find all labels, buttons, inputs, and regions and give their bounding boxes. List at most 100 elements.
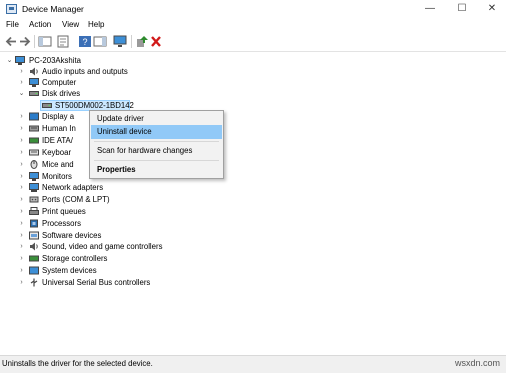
keyboard-icon bbox=[29, 149, 39, 156]
tree-node-audio[interactable]: › Audio inputs and outputs bbox=[0, 66, 300, 77]
computer-icon bbox=[29, 78, 39, 87]
expand-chevron-icon[interactable]: › bbox=[18, 123, 25, 134]
context-menu-uninstall-device[interactable]: Uninstall device bbox=[91, 125, 222, 139]
port-icon bbox=[29, 196, 39, 203]
monitor-icon bbox=[29, 172, 39, 181]
hid-icon bbox=[29, 125, 39, 132]
context-menu-separator bbox=[94, 160, 219, 161]
tree-node-label: Display a bbox=[42, 112, 75, 121]
back-arrow-icon[interactable] bbox=[4, 35, 18, 48]
menu-bar: File Action View Help bbox=[0, 18, 506, 32]
tree-node-usb[interactable]: › Universal Serial Bus controllers bbox=[0, 277, 300, 288]
toolbar-separator bbox=[34, 35, 35, 48]
monitor-icon[interactable] bbox=[113, 35, 127, 48]
tree-root[interactable]: ⌄ PC-203Akshita bbox=[0, 55, 300, 66]
expand-chevron-icon[interactable]: › bbox=[18, 241, 25, 252]
status-bar: Uninstalls the driver for the selected d… bbox=[0, 355, 506, 373]
tree-node-label: Network adapters bbox=[42, 183, 104, 192]
update-driver-icon[interactable] bbox=[135, 35, 149, 48]
collapse-chevron-icon[interactable]: ⌄ bbox=[6, 55, 13, 66]
tree-node-print-queues[interactable]: › Print queues bbox=[0, 206, 300, 217]
tree-node-storage[interactable]: › Storage controllers bbox=[0, 253, 300, 264]
tree-node-label: Human In bbox=[42, 124, 76, 133]
watermark: wsxdn.com bbox=[454, 358, 500, 368]
usb-icon bbox=[30, 278, 38, 287]
action-pane-icon[interactable] bbox=[93, 35, 107, 48]
expand-chevron-icon[interactable]: › bbox=[18, 147, 25, 158]
tree-node-sound[interactable]: › Sound, video and game controllers bbox=[0, 241, 300, 252]
tree-node-label: Keyboar bbox=[42, 148, 72, 157]
tree-node-system-devices[interactable]: › System devices bbox=[0, 265, 300, 276]
sound-icon bbox=[30, 242, 38, 251]
title-bar: Device Manager — ☐ ✕ bbox=[0, 0, 506, 18]
maximize-button[interactable]: ☐ bbox=[450, 0, 474, 18]
expand-chevron-icon[interactable]: › bbox=[18, 206, 25, 217]
tree-node-disk-drives[interactable]: ⌄ Disk drives bbox=[0, 88, 300, 99]
expand-chevron-icon[interactable]: › bbox=[18, 159, 25, 170]
expand-chevron-icon[interactable]: › bbox=[18, 171, 25, 182]
ide-controller-icon bbox=[29, 137, 39, 144]
properties-icon[interactable] bbox=[56, 35, 70, 48]
help-icon[interactable]: ? bbox=[78, 35, 92, 48]
tree-node-label: Sound, video and game controllers bbox=[42, 242, 163, 251]
storage-controller-icon bbox=[29, 255, 39, 262]
expand-chevron-icon[interactable]: › bbox=[18, 66, 25, 77]
disk-drive-icon bbox=[42, 103, 52, 108]
speaker-icon bbox=[30, 67, 38, 76]
tree-node-label: IDE ATA/ bbox=[42, 136, 73, 145]
expand-chevron-icon[interactable]: › bbox=[18, 111, 25, 122]
mouse-icon bbox=[30, 160, 38, 169]
expand-chevron-icon[interactable]: › bbox=[18, 135, 25, 146]
tree-node-computer[interactable]: › Computer bbox=[0, 77, 300, 88]
tree-node-processors[interactable]: › Processors bbox=[0, 218, 300, 229]
display-adapter-icon bbox=[29, 112, 39, 121]
tree-node-label: Computer bbox=[42, 78, 77, 87]
close-button[interactable]: ✕ bbox=[480, 0, 504, 18]
tree-node-label: Monitors bbox=[42, 172, 72, 181]
context-menu-scan-hardware[interactable]: Scan for hardware changes bbox=[91, 144, 222, 158]
tree-node-label: Processors bbox=[42, 219, 81, 228]
tree-node-label: Storage controllers bbox=[42, 254, 108, 263]
context-menu-update-driver[interactable]: Update driver bbox=[91, 112, 222, 126]
tree-node-label: Mice and bbox=[42, 160, 74, 169]
context-menu: Update driver Uninstall device Scan for … bbox=[89, 110, 224, 179]
tree-node-ports[interactable]: › Ports (COM & LPT) bbox=[0, 194, 300, 205]
status-text: Uninstalls the driver for the selected d… bbox=[2, 359, 153, 368]
context-menu-properties[interactable]: Properties bbox=[91, 163, 222, 177]
software-device-icon bbox=[29, 231, 39, 240]
expand-chevron-icon[interactable]: › bbox=[18, 230, 25, 241]
svg-text:?: ? bbox=[82, 37, 87, 47]
expand-chevron-icon[interactable]: › bbox=[18, 277, 25, 288]
tree-node-label: Disk drives bbox=[42, 89, 81, 98]
device-tree: ⌄ PC-203Akshita › Audio inputs and outpu… bbox=[0, 53, 506, 353]
menu-view[interactable]: View bbox=[62, 20, 79, 29]
expand-chevron-icon[interactable]: › bbox=[18, 253, 25, 264]
network-adapter-icon bbox=[29, 183, 39, 192]
tree-node-label: Ports (COM & LPT) bbox=[42, 195, 110, 204]
forward-arrow-icon[interactable] bbox=[18, 35, 32, 48]
system-device-icon bbox=[29, 266, 39, 275]
expand-chevron-icon[interactable]: › bbox=[18, 218, 25, 229]
expand-chevron-icon[interactable]: › bbox=[18, 194, 25, 205]
menu-help[interactable]: Help bbox=[88, 20, 104, 29]
tree-node-label: System devices bbox=[42, 266, 97, 275]
minimize-button[interactable]: — bbox=[418, 0, 442, 18]
menu-file[interactable]: File bbox=[6, 20, 19, 29]
tree-node-network[interactable]: › Network adapters bbox=[0, 182, 300, 193]
tree-node-label: Audio inputs and outputs bbox=[42, 67, 128, 76]
context-menu-separator bbox=[94, 141, 219, 142]
tree-node-label: Print queues bbox=[42, 207, 86, 216]
show-hide-console-tree-icon[interactable] bbox=[38, 35, 52, 48]
disk-drive-icon bbox=[29, 91, 39, 96]
toolbar-separator bbox=[131, 35, 132, 48]
processor-icon bbox=[30, 219, 38, 228]
expand-chevron-icon[interactable]: › bbox=[18, 265, 25, 276]
collapse-chevron-icon[interactable]: ⌄ bbox=[18, 88, 25, 99]
uninstall-red-x-icon[interactable] bbox=[149, 35, 163, 48]
computer-icon bbox=[15, 56, 25, 65]
device-manager-app-icon bbox=[6, 4, 17, 14]
menu-action[interactable]: Action bbox=[29, 20, 51, 29]
tree-node-software-devices[interactable]: › Software devices bbox=[0, 230, 300, 241]
expand-chevron-icon[interactable]: › bbox=[18, 182, 25, 193]
expand-chevron-icon[interactable]: › bbox=[18, 77, 25, 88]
